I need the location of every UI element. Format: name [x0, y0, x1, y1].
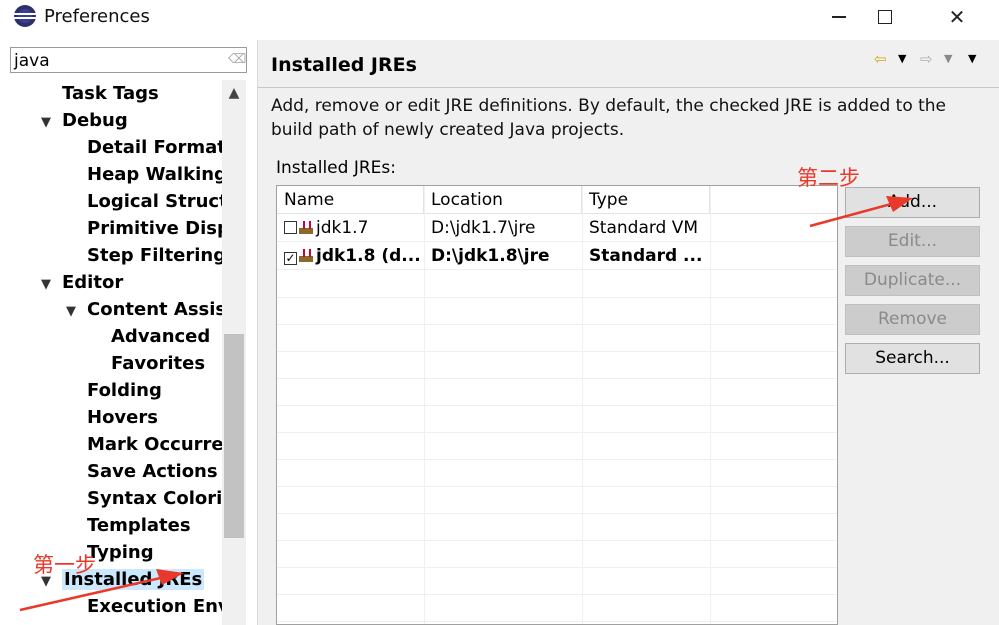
annotation-arrow-one: [19, 569, 184, 612]
annotation-arrow-two: [809, 196, 913, 228]
annotation-arrows: [19, 196, 913, 612]
